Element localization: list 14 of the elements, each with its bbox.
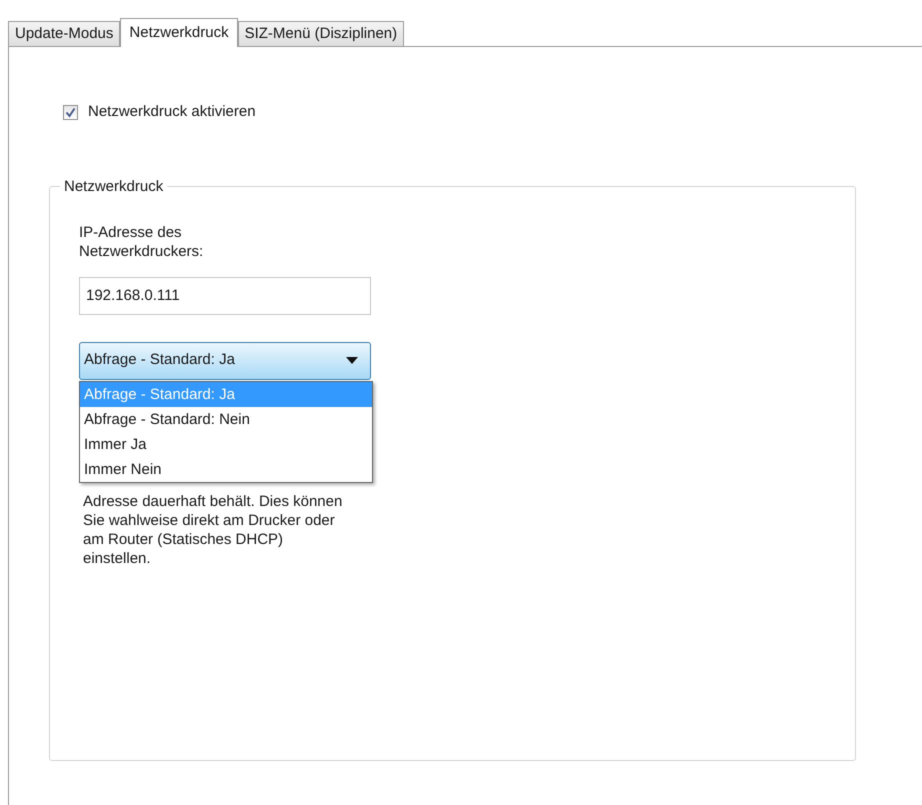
dropdown[interactable]: Abfrage - Standard: Ja — [79, 342, 371, 380]
checkbox[interactable] — [63, 104, 78, 120]
tab[interactable]: Update-Modus — [8, 21, 120, 46]
checkmark-icon — [65, 106, 76, 118]
dropdown-option[interactable]: Abfrage - Standard: Nein — [80, 406, 372, 432]
dropdown-option[interactable]: Immer Nein — [80, 456, 372, 482]
tab[interactable]: Netzwerkdruck — [120, 18, 238, 47]
caret-icon — [346, 357, 358, 364]
ip-input-field[interactable]: 192.168.0.111 — [79, 276, 371, 314]
checkbox-label: Netzwerkdruck aktivieren — [88, 102, 256, 122]
description-text: Adresse dauerhaft behält. Dies können Sie wahlweise direkt am Drucker oder am Router (Statisches DHCP) einstellen. — [83, 492, 343, 568]
tab[interactable]: SIZ-Menü (Disziplinen) — [238, 21, 404, 46]
dropdown-option[interactable]: Immer Ja — [80, 432, 372, 456]
ip-label: IP-Adresse des Netzwerkdruckers: — [79, 222, 204, 260]
